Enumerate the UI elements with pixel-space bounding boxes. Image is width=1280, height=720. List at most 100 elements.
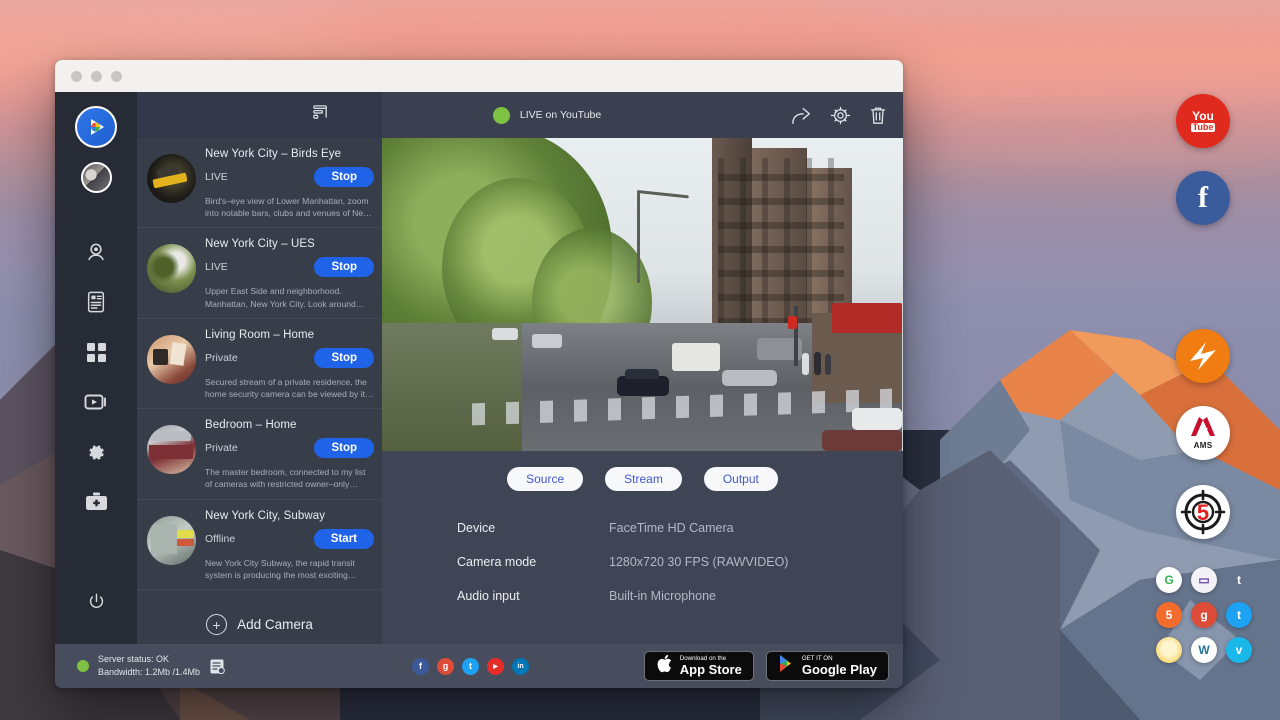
bolt-icon[interactable] xyxy=(1176,329,1230,383)
camera-state: Private xyxy=(205,442,238,454)
sidebar-item-cameras[interactable] xyxy=(71,227,121,277)
camera-thumbnail xyxy=(147,516,196,565)
log-icon[interactable] xyxy=(209,658,225,675)
sidebar-item-recordings[interactable] xyxy=(71,377,121,427)
camera-action-button[interactable]: Stop xyxy=(314,438,374,458)
app-store-badges: Download on the App Store GET IT ON Goog… xyxy=(644,651,889,681)
main-pane: LIVE on YouTube xyxy=(382,92,903,688)
twitch-icon[interactable]: ▭ xyxy=(1191,567,1217,593)
camera-action-button[interactable]: Stop xyxy=(314,348,374,368)
camera-list-item[interactable]: Living Room – Home Private Stop Secured … xyxy=(137,319,382,409)
sidebar-item-dashboard[interactable] xyxy=(71,327,121,377)
video-traffic-light xyxy=(788,316,797,329)
video-truck xyxy=(672,343,720,371)
window-minimize-button[interactable] xyxy=(91,71,102,82)
camera-action-button[interactable]: Stop xyxy=(314,167,374,187)
camera-list-scroll[interactable]: New York City – Birds Eye LIVE Stop Bird… xyxy=(137,138,382,688)
gear-icon[interactable] xyxy=(831,106,850,125)
vimeo-icon[interactable]: v xyxy=(1226,637,1252,663)
camera-thumbnail xyxy=(147,425,196,474)
svg-text:5: 5 xyxy=(1197,500,1209,525)
camera-action-button[interactable]: Start xyxy=(314,529,374,549)
sidebar-item-support[interactable] xyxy=(71,477,121,527)
video-lamp-post xyxy=(637,193,640,283)
app-window: New York City – Birds Eye LIVE Stop Bird… xyxy=(55,60,903,688)
user-avatar[interactable] xyxy=(81,162,112,193)
server-status-text: Server status: OK xyxy=(98,653,200,666)
twitter-icon[interactable]: t xyxy=(462,658,479,675)
wordpress-icon[interactable]: W xyxy=(1191,637,1217,663)
video-car xyxy=(822,430,902,451)
video-preview[interactable] xyxy=(382,138,903,451)
video-sidewalk xyxy=(382,323,522,451)
facebook-icon[interactable]: f xyxy=(412,658,429,675)
camera-state: LIVE xyxy=(205,171,228,183)
video-car xyxy=(617,376,669,396)
linkedin-icon[interactable]: in xyxy=(512,658,529,675)
detail-value[interactable]: Built-in Microphone xyxy=(609,589,716,603)
camera-description: Bird's–eye view of Lower Manhattan, zoom… xyxy=(205,195,374,219)
camera-list-item[interactable]: New York City – UES LIVE Stop Upper East… xyxy=(137,228,382,318)
apple-icon xyxy=(656,654,673,678)
youtube-icon[interactable]: You Tube xyxy=(1176,94,1230,148)
app-store-badge[interactable]: Download on the App Store xyxy=(644,651,754,681)
facebook-icon[interactable]: f xyxy=(1176,171,1230,225)
tab-stream[interactable]: Stream xyxy=(605,467,682,491)
status-bar: Server status: OK Bandwidth: 1.2Mb /1.4M… xyxy=(55,644,903,688)
camera-state: Private xyxy=(205,352,238,364)
camera-list-item[interactable]: New York City, Subway Offline Start New … xyxy=(137,500,382,590)
tab-output[interactable]: Output xyxy=(704,467,778,491)
camera-description: New York City Subway, the rapid transit … xyxy=(205,557,374,581)
sun-icon[interactable]: ● xyxy=(1156,637,1182,663)
google-plus-icon[interactable]: g xyxy=(437,658,454,675)
camera-thumbnail xyxy=(147,154,196,203)
live-status-label: LIVE on YouTube xyxy=(520,109,601,121)
target-five-icon[interactable]: 5 xyxy=(1176,485,1230,539)
adobe-glyph xyxy=(1190,416,1216,438)
twitter-icon[interactable]: t xyxy=(1226,602,1252,628)
detail-label: Audio input xyxy=(457,589,609,603)
social-links: f g t ▶ in xyxy=(412,658,529,675)
trash-icon[interactable] xyxy=(869,106,887,125)
sort-icon[interactable] xyxy=(312,104,329,126)
tab-source[interactable]: Source xyxy=(507,467,583,491)
window-close-button[interactable] xyxy=(71,71,82,82)
sidebar-item-settings[interactable] xyxy=(71,427,121,477)
window-titlebar xyxy=(55,60,903,92)
five-icon[interactable]: 5 xyxy=(1156,602,1182,628)
window-zoom-button[interactable] xyxy=(111,71,122,82)
video-pedestrian xyxy=(802,353,809,375)
grasshopper-icon[interactable]: G xyxy=(1156,567,1182,593)
app-logo-icon[interactable] xyxy=(75,106,117,148)
live-status: LIVE on YouTube xyxy=(493,107,601,124)
detail-value[interactable]: FaceTime HD Camera xyxy=(609,521,734,535)
video-awning xyxy=(832,303,902,333)
camera-title: Living Room – Home xyxy=(205,329,374,341)
detail-label: Camera mode xyxy=(457,555,609,569)
adobe-ams-icon[interactable]: AMS xyxy=(1176,406,1230,460)
tumblr-icon[interactable]: t xyxy=(1226,567,1252,593)
camera-title: New York City, Subway xyxy=(205,510,374,522)
main-topbar: LIVE on YouTube xyxy=(382,92,903,138)
google-play-badge[interactable]: GET IT ON Google Play xyxy=(766,651,889,681)
settings-tabs: Source Stream Output xyxy=(382,451,903,491)
camera-description: The master bedroom, connected to my list… xyxy=(205,466,374,490)
video-car xyxy=(852,408,902,430)
camera-list-item[interactable]: New York City – Birds Eye LIVE Stop Bird… xyxy=(137,138,382,228)
camera-description: Upper East Side and neighborhood. Manhat… xyxy=(205,285,374,309)
sidebar-item-devices[interactable] xyxy=(71,277,121,327)
app-store-main: App Store xyxy=(680,663,742,677)
bolt-glyph xyxy=(1184,337,1222,375)
detail-label: Device xyxy=(457,521,609,535)
camera-list-item[interactable]: Bedroom – Home Private Stop The master b… xyxy=(137,409,382,499)
live-indicator-dot xyxy=(493,107,510,124)
google-plus-icon[interactable]: g xyxy=(1191,602,1217,628)
camera-state: Offline xyxy=(205,533,235,545)
power-icon[interactable] xyxy=(71,576,121,626)
detail-value[interactable]: 1280x720 30 FPS (RAWVIDEO) xyxy=(609,555,788,569)
video-signal-pole xyxy=(794,306,798,366)
share-icon[interactable] xyxy=(791,106,812,125)
camera-action-button[interactable]: Stop xyxy=(314,257,374,277)
camera-title: New York City – UES xyxy=(205,238,374,250)
youtube-icon[interactable]: ▶ xyxy=(487,658,504,675)
